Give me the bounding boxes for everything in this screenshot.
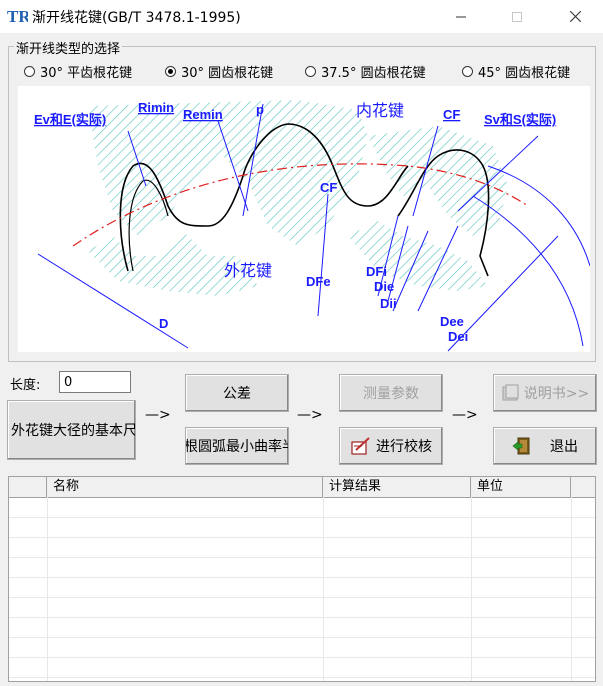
radio-30-fillet-root[interactable]: 30° 圆齿根花键: [165, 62, 274, 81]
radio-37-5-fillet-root[interactable]: 37.5° 圆齿根花键: [305, 62, 426, 81]
table-row[interactable]: [9, 657, 595, 678]
root-fillet-radius-button[interactable]: 根圆弧最小曲率半: [185, 427, 289, 465]
run-check-button[interactable]: 进行校核: [339, 427, 443, 465]
basic-size-button-label: 外花键大径的基本尺: [11, 423, 136, 439]
exit-button[interactable]: 退出: [493, 427, 597, 465]
manual-button[interactable]: 说明书>>: [493, 374, 597, 412]
label-cf-top: CF: [443, 107, 460, 122]
measure-params-button-label: 测量参数: [363, 386, 419, 402]
arrow-3: —>: [452, 407, 478, 423]
label-internal-spline: 内花键: [356, 102, 404, 120]
window-title: 渐开线花键(GB/T 3478.1-1995): [32, 10, 241, 26]
radio-label: 30° 平齿根花键: [40, 65, 133, 81]
table-row[interactable]: [9, 537, 595, 558]
label-dfe: DFe: [306, 274, 331, 289]
results-table[interactable]: 名称 计算结果 单位: [8, 476, 596, 682]
minimize-button[interactable]: [438, 0, 484, 33]
radio-circle: [305, 65, 316, 77]
label-dii: Dii: [380, 296, 397, 311]
radio-label: 45° 圆齿根花键: [478, 65, 571, 81]
table-row[interactable]: [9, 557, 595, 578]
header-cell-index: [9, 477, 47, 497]
header-cell-name: 名称: [47, 477, 323, 497]
label-remin: Remin: [183, 107, 223, 122]
run-check-button-label: 进行校核: [376, 439, 432, 455]
header-cell-unit: 单位: [471, 477, 571, 497]
close-icon: [569, 11, 581, 22]
app-logo-text: TR: [7, 7, 28, 26]
table-row[interactable]: [9, 597, 595, 618]
radio-30-flat-root[interactable]: 30° 平齿根花键: [24, 62, 133, 81]
label-dfi: DFi: [366, 264, 387, 279]
radio-45-fillet-root[interactable]: 45° 圆齿根花键: [462, 62, 571, 81]
label-die: Die: [374, 279, 394, 294]
label-dee: Dee: [440, 314, 464, 329]
check-pen-icon: [351, 437, 370, 455]
label-rimin: Rimin: [138, 100, 174, 115]
table-row[interactable]: [9, 617, 595, 638]
external-spline-hatch-right: [348, 221, 488, 291]
arrow-2: —>: [297, 407, 323, 423]
radio-circle: [24, 65, 35, 77]
label-cf-mid: CF: [320, 180, 337, 195]
label-ev-e: Ev和E(实际): [34, 112, 106, 127]
exit-door-icon: [512, 437, 530, 455]
measure-params-button[interactable]: 测量参数: [339, 374, 443, 412]
root-fillet-radius-button-label: 根圆弧最小曲率半: [185, 439, 289, 455]
results-table-header: 名称 计算结果 单位: [9, 477, 595, 498]
close-button[interactable]: [552, 0, 598, 33]
title-bar: TR 渐开线花键(GB/T 3478.1-1995): [0, 0, 603, 33]
label-external-spline: 外花键: [224, 262, 272, 280]
table-row[interactable]: [9, 577, 595, 598]
label-sv-s: Sv和S(实际): [484, 112, 556, 127]
table-row[interactable]: [9, 517, 595, 538]
length-label: 长度:: [10, 378, 41, 393]
header-cell-result: 计算结果: [323, 477, 471, 497]
spline-diagram: Ev和E(实际) Rimin Remin p 内花键 CF Sv和S(实际) C…: [18, 86, 591, 352]
radio-circle: [165, 65, 176, 77]
minimize-icon: [456, 16, 466, 17]
basic-size-button[interactable]: 外花键大径的基本尺: [7, 400, 136, 460]
table-row[interactable]: [9, 637, 595, 658]
label-p: p: [256, 102, 264, 117]
radio-circle: [462, 65, 473, 77]
radio-label: 30° 圆齿根花键: [181, 65, 274, 81]
tolerance-button-label: 公差: [223, 386, 251, 402]
radio-selected-dot: [168, 68, 173, 74]
label-dei: Dei: [448, 329, 468, 344]
maximize-button[interactable]: [494, 0, 540, 33]
spline-type-group-label: 渐开线类型的选择: [14, 38, 123, 57]
radio-label: 37.5° 圆齿根花键: [321, 65, 426, 81]
book-icon: [502, 384, 519, 401]
exit-button-label: 退出: [550, 439, 578, 455]
length-input[interactable]: [59, 371, 131, 393]
tolerance-button[interactable]: 公差: [185, 374, 289, 412]
arrow-1: —>: [145, 407, 171, 423]
table-row[interactable]: [9, 497, 595, 518]
spline-diagram-svg: Ev和E(实际) Rimin Remin p 内花键 CF Sv和S(实际) C…: [34, 100, 591, 352]
label-d: D: [159, 316, 168, 331]
manual-button-label: 说明书>>: [523, 386, 590, 402]
app-logo-icon: TR: [7, 7, 28, 26]
maximize-icon: [512, 11, 522, 22]
